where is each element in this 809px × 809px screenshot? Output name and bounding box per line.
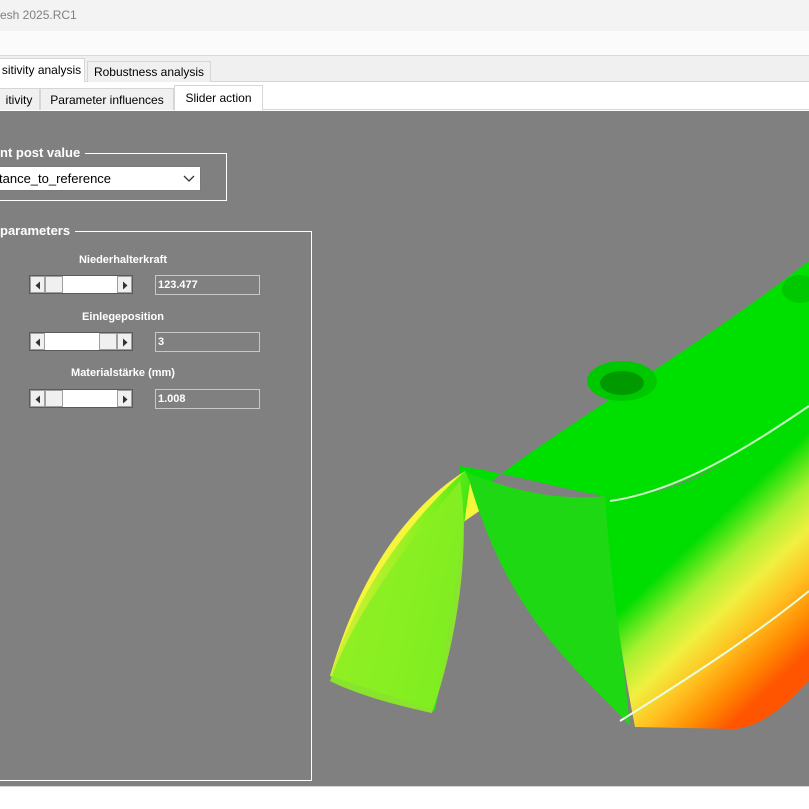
3d-mesh-viewport[interactable] [320,251,809,771]
slider-decrement-button[interactable] [30,333,45,350]
arrow-right-icon [123,338,128,347]
tab-parameter-influences[interactable]: Parameter influences [40,88,174,110]
slider-action-panel: nt post value tance_to_reference paramet… [0,111,809,786]
slider-thumb[interactable] [45,276,63,293]
sub-tab-bar: itivity Parameter influences Slider acti… [0,82,809,111]
arrow-right-icon [123,281,128,290]
slider-increment-button[interactable] [117,276,132,293]
mesh-part-icon [330,261,809,729]
arrow-right-icon [123,395,128,404]
arrow-left-icon [35,338,40,347]
status-strip [0,786,809,809]
post-value-group-title: nt post value [0,145,86,161]
value-materialstaerke[interactable]: 1.008 [155,389,260,409]
slider-increment-button[interactable] [117,333,132,350]
post-value-selected: tance_to_reference [0,171,112,186]
parameters-group-title: parameters [0,223,76,239]
slider-decrement-button[interactable] [30,390,45,407]
param-label-niederhalterkraft: Niederhalterkraft [78,254,168,266]
slider-thumb[interactable] [45,390,63,407]
value-niederhalterkraft[interactable]: 123.477 [155,275,260,295]
main-tab-bar: sitivity analysis Robustness analysis [0,56,809,83]
value-einlegeposition[interactable]: 3 [155,332,260,352]
slider-materialstaerke[interactable] [29,389,133,408]
title-bar: esh 2025.RC1 [0,0,809,31]
param-label-materialstaerke: Materialstärke (mm) [71,367,175,379]
toolbar-strip [0,31,809,56]
slider-increment-button[interactable] [117,390,132,407]
tab-label: sitivity analysis [1,63,82,77]
tab-label: Slider action [185,91,252,105]
tab-label: Parameter influences [50,93,164,107]
tab-sensitivity-analysis[interactable]: sitivity analysis [0,58,85,83]
tab-robustness-analysis[interactable]: Robustness analysis [87,61,211,82]
slider-decrement-button[interactable] [30,276,45,293]
post-value-dropdown[interactable]: tance_to_reference [0,166,201,191]
slider-einlegeposition[interactable] [29,332,133,351]
tab-label: Robustness analysis [93,65,205,79]
tab-label: itivity [5,93,33,107]
tab-sensitivity[interactable]: itivity [0,88,40,110]
slider-niederhalterkraft[interactable] [29,275,133,294]
slider-thumb[interactable] [99,333,117,350]
arrow-left-icon [35,395,40,404]
tab-slider-action[interactable]: Slider action [174,85,263,111]
param-label-einlegeposition: Einlegeposition [82,311,164,323]
arrow-left-icon [35,281,40,290]
window-title: esh 2025.RC1 [0,8,77,22]
chevron-down-icon [182,169,196,187]
